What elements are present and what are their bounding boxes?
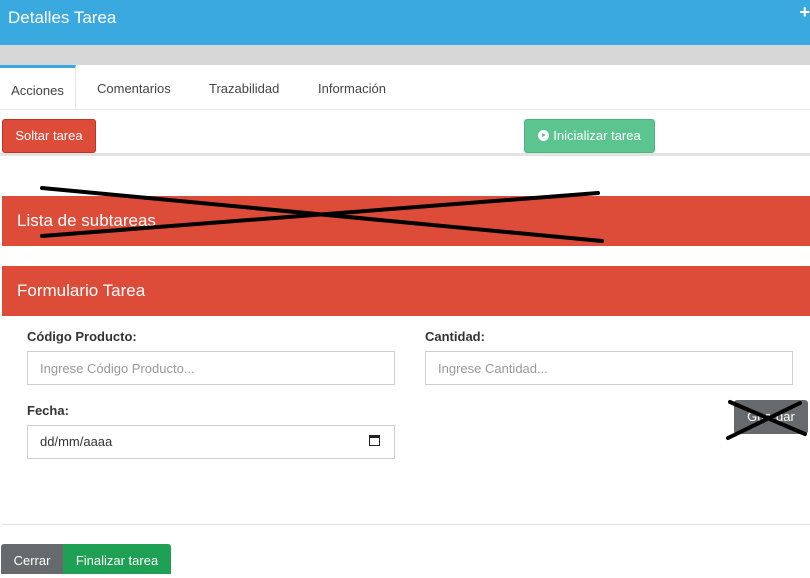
close-label: Cerrar bbox=[13, 553, 51, 568]
close-button[interactable]: Cerrar bbox=[1, 544, 63, 574]
finish-task-label: Finalizar tarea bbox=[75, 553, 159, 568]
save-cross-out-mark bbox=[726, 400, 807, 440]
finish-task-button[interactable]: Finalizar tarea bbox=[63, 544, 171, 574]
